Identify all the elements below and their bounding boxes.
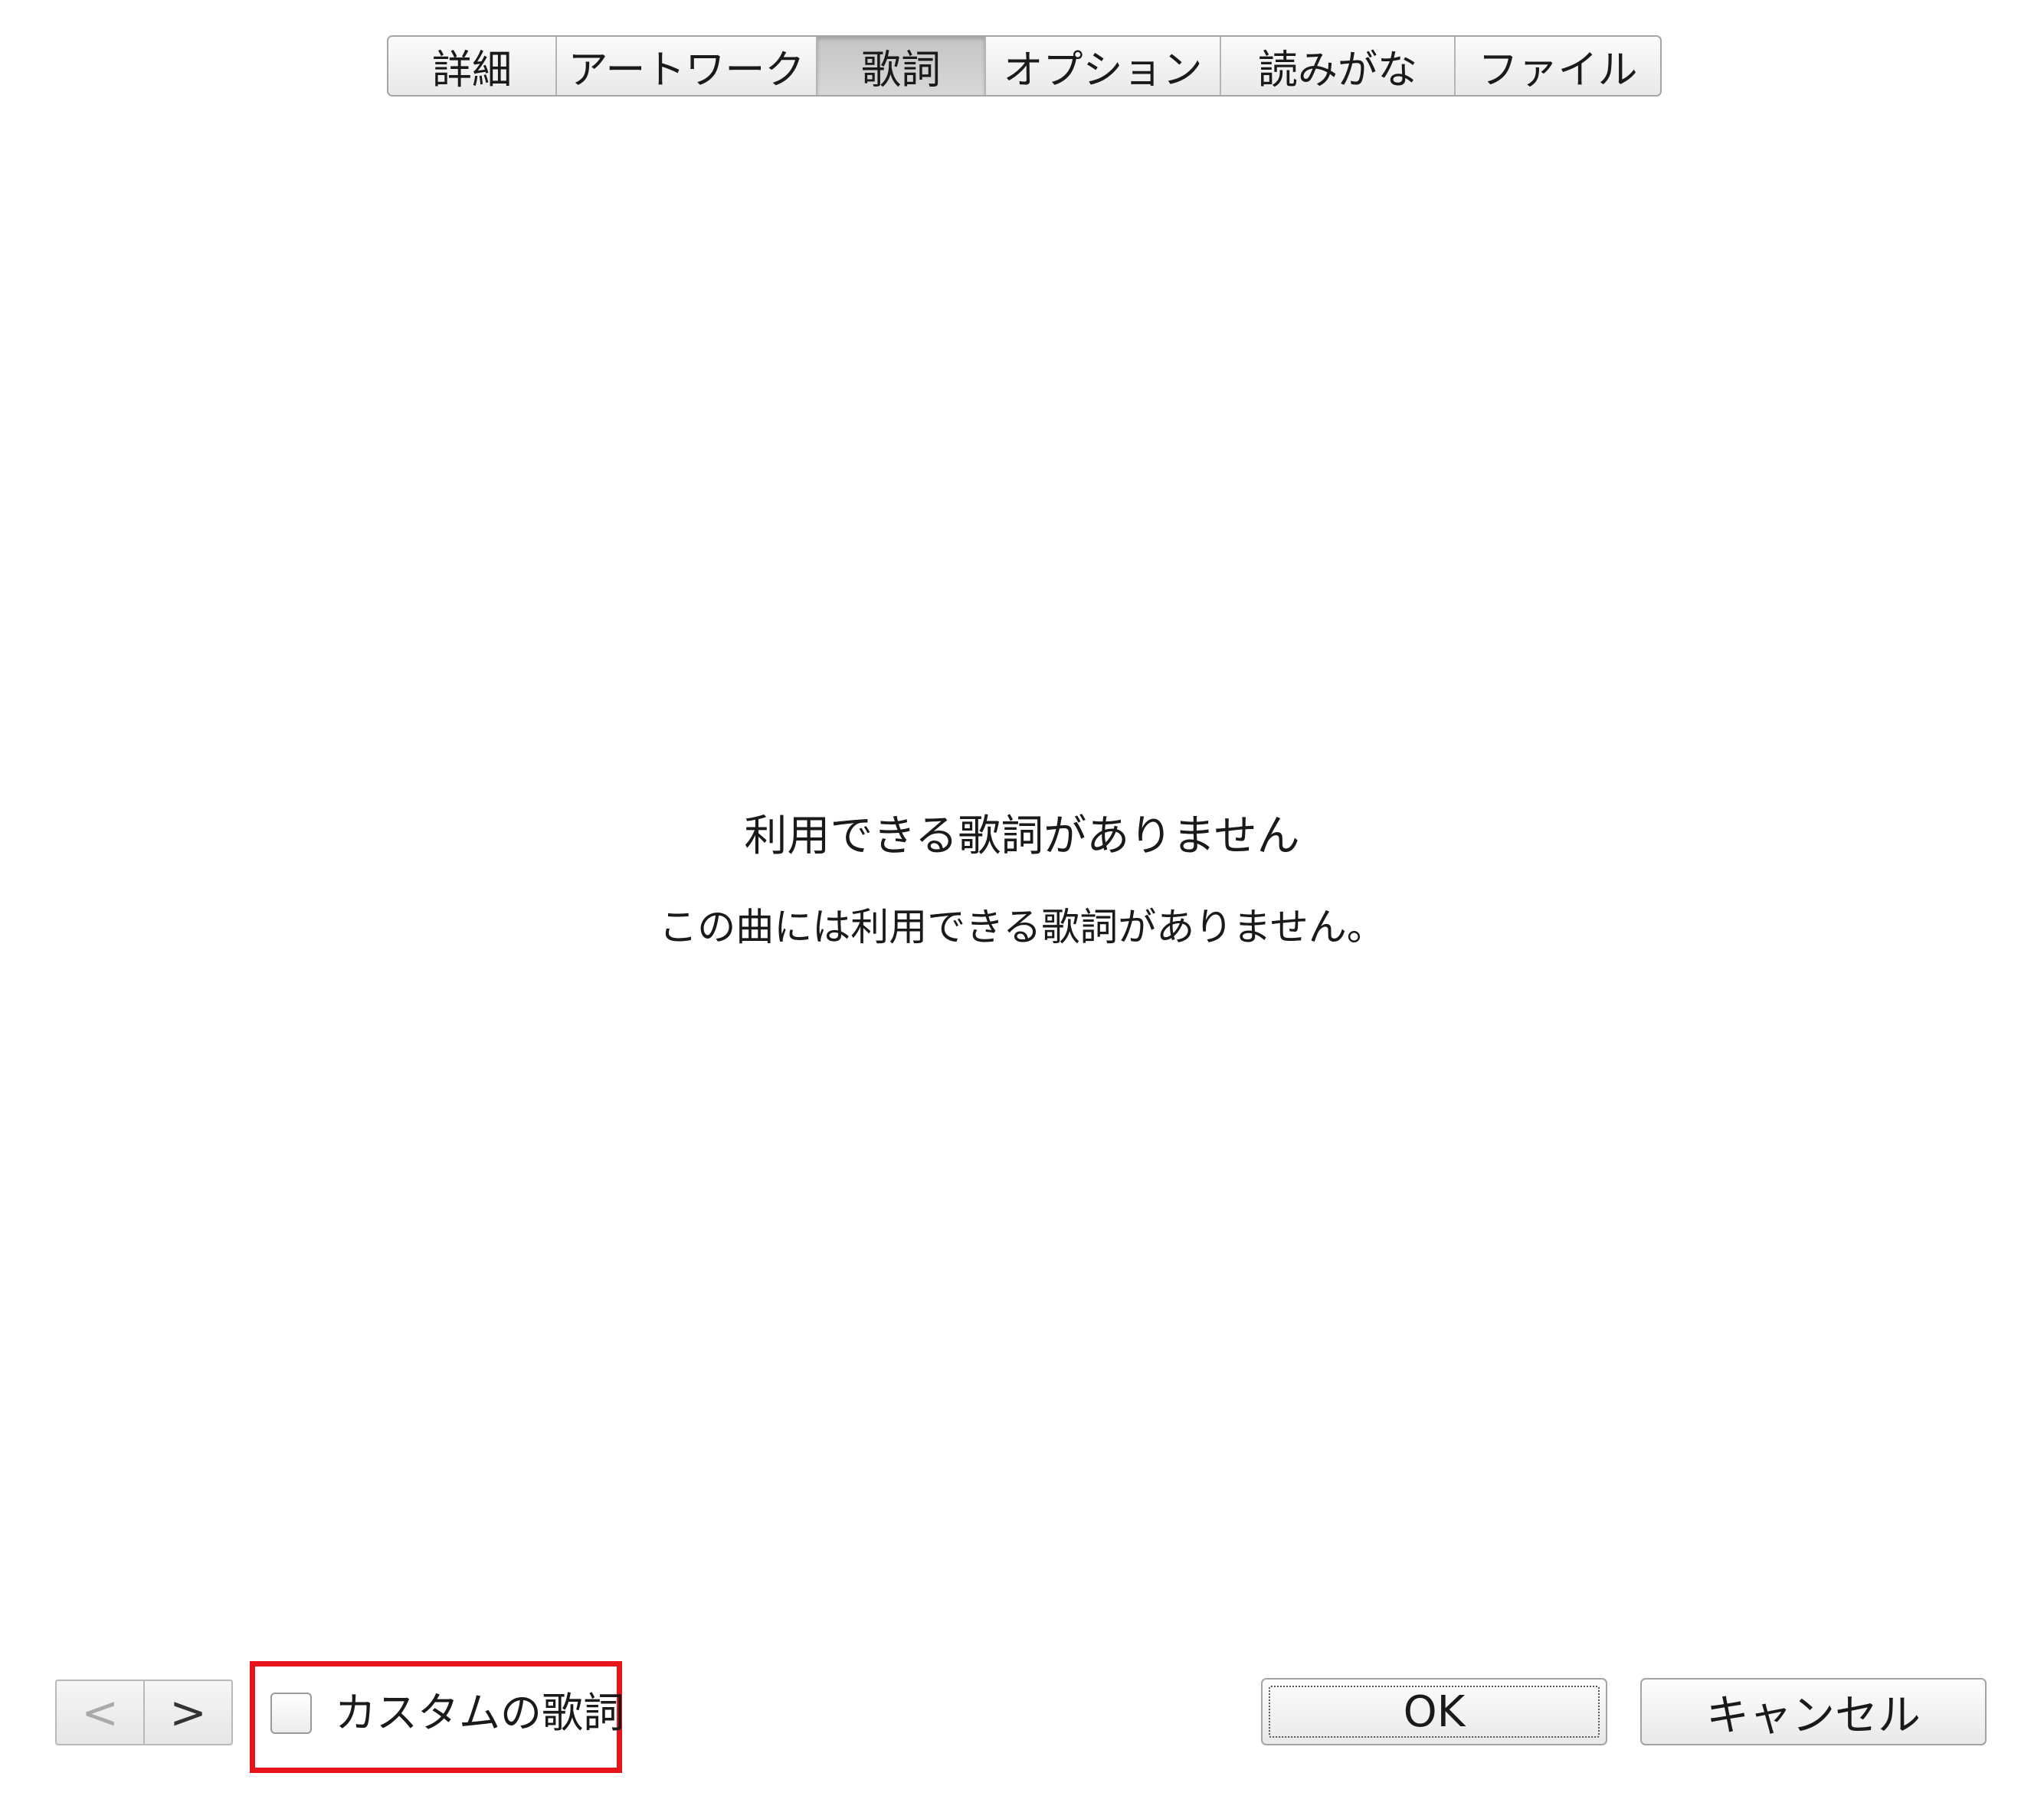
ok-button-label: OK — [1403, 1686, 1466, 1737]
previous-track-button[interactable]: < — [55, 1680, 144, 1745]
ok-button[interactable]: OK — [1261, 1678, 1607, 1745]
chevron-right-icon: > — [169, 1686, 207, 1739]
cancel-button[interactable]: キャンセル — [1640, 1678, 1987, 1745]
next-track-button[interactable]: > — [144, 1680, 233, 1745]
tab-sorting[interactable]: 読みがな — [1221, 37, 1456, 95]
chevron-left-icon: < — [81, 1686, 119, 1739]
custom-lyrics-label[interactable]: カスタムの歌詞 — [335, 1684, 624, 1742]
tab-options[interactable]: オプション — [986, 37, 1221, 95]
tab-lyrics[interactable]: 歌詞 — [817, 37, 986, 95]
cancel-button-label: キャンセル — [1706, 1690, 1921, 1741]
track-navigation: < > — [55, 1680, 233, 1745]
tab-file[interactable]: ファイル — [1456, 37, 1660, 95]
tab-bar: 詳細 アートワーク 歌詞 オプション 読みがな ファイル — [387, 35, 1662, 97]
tab-details[interactable]: 詳細 — [388, 37, 557, 95]
tab-artwork[interactable]: アートワーク — [557, 37, 817, 95]
no-lyrics-description: この曲には利用できる歌詞がありません。 — [659, 905, 1385, 949]
no-lyrics-title: 利用できる歌詞がありません — [744, 811, 1300, 861]
custom-lyrics-checkbox[interactable] — [270, 1693, 312, 1734]
